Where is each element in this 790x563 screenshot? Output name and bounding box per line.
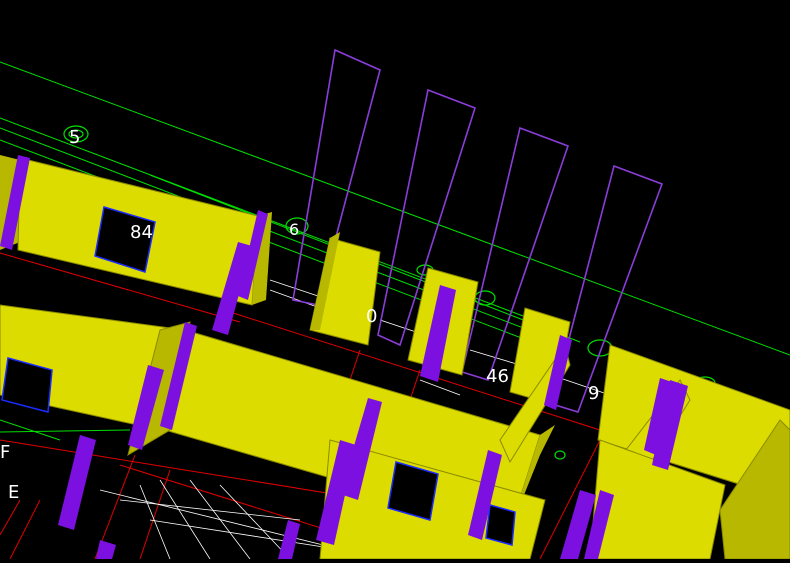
edge-label-f: F — [0, 442, 10, 463]
axis-label-5: 5 — [69, 127, 80, 148]
edge-label-e: E — [8, 482, 19, 503]
room-label-0: 0 — [366, 306, 377, 327]
room-label-84: 84 — [130, 222, 153, 243]
room-label-9: 9 — [588, 383, 599, 404]
room-label-46: 46 — [486, 366, 509, 387]
model-canvas[interactable]: 5 6 84 0 46 9 F E — [0, 0, 790, 560]
window-opening-4 — [485, 504, 516, 546]
cad-3d-viewport[interactable]: 5 6 84 0 46 9 F E — [0, 0, 790, 560]
axis-label-6: 6 — [289, 220, 299, 239]
